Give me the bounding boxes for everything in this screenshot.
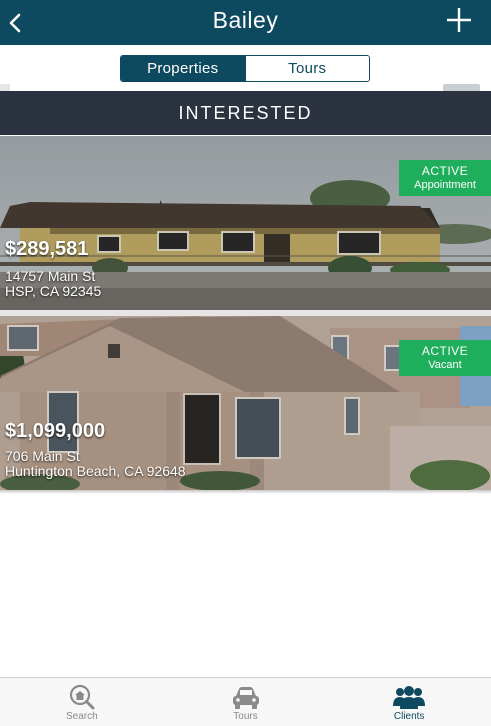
status-badge: ACTIVE Vacant [399, 340, 491, 376]
tab-search[interactable]: Search [0, 678, 164, 726]
plus-icon [447, 8, 471, 32]
app-root: Bailey Properties Tours INTERESTED $289,… [0, 0, 491, 726]
bottom-tab-bar: Search Tours Clients [0, 677, 491, 726]
nav-header: Bailey [0, 0, 491, 45]
status-label: ACTIVE [421, 344, 469, 358]
property-address-line2: Huntington Beach, CA 92648 [5, 463, 186, 479]
status-detail: Vacant [428, 359, 462, 371]
tab-tours-label: Tours [233, 711, 258, 722]
segment-tours[interactable]: Tours [244, 56, 369, 81]
property-price: $1,099,000 [5, 420, 106, 442]
add-button[interactable] [443, 4, 475, 36]
search-house-icon [69, 684, 95, 710]
people-icon [393, 686, 426, 709]
card-shadow [0, 490, 491, 494]
property-card[interactable]: $1,099,000 706 Main St Huntington Beach,… [0, 316, 491, 490]
segment-properties[interactable]: Properties [121, 56, 245, 81]
property-address-line1: 706 Main St [5, 448, 80, 464]
tab-search-label: Search [65, 711, 98, 722]
tab-clients[interactable]: Clients [327, 678, 491, 726]
tab-clients-label: Clients [393, 711, 425, 722]
property-address-line1: 14757 Main St [5, 268, 96, 284]
status-label: ACTIVE [421, 164, 469, 178]
page-title: Bailey [212, 7, 279, 33]
status-badge: ACTIVE Appointment [399, 160, 491, 196]
chevron-left-icon [9, 13, 21, 32]
tab-tours[interactable]: Tours [164, 678, 328, 726]
back-button[interactable] [0, 0, 30, 45]
section-header-interested: INTERESTED [0, 91, 491, 135]
car-icon [232, 687, 259, 709]
property-address-line2: HSP, CA 92345 [5, 283, 102, 299]
property-card[interactable]: $289,581 14757 Main St HSP, CA 92345 ACT… [0, 136, 491, 310]
properties-tours-segment: Properties Tours [120, 55, 370, 82]
property-price: $289,581 [5, 238, 89, 260]
status-detail: Appointment [414, 179, 476, 191]
